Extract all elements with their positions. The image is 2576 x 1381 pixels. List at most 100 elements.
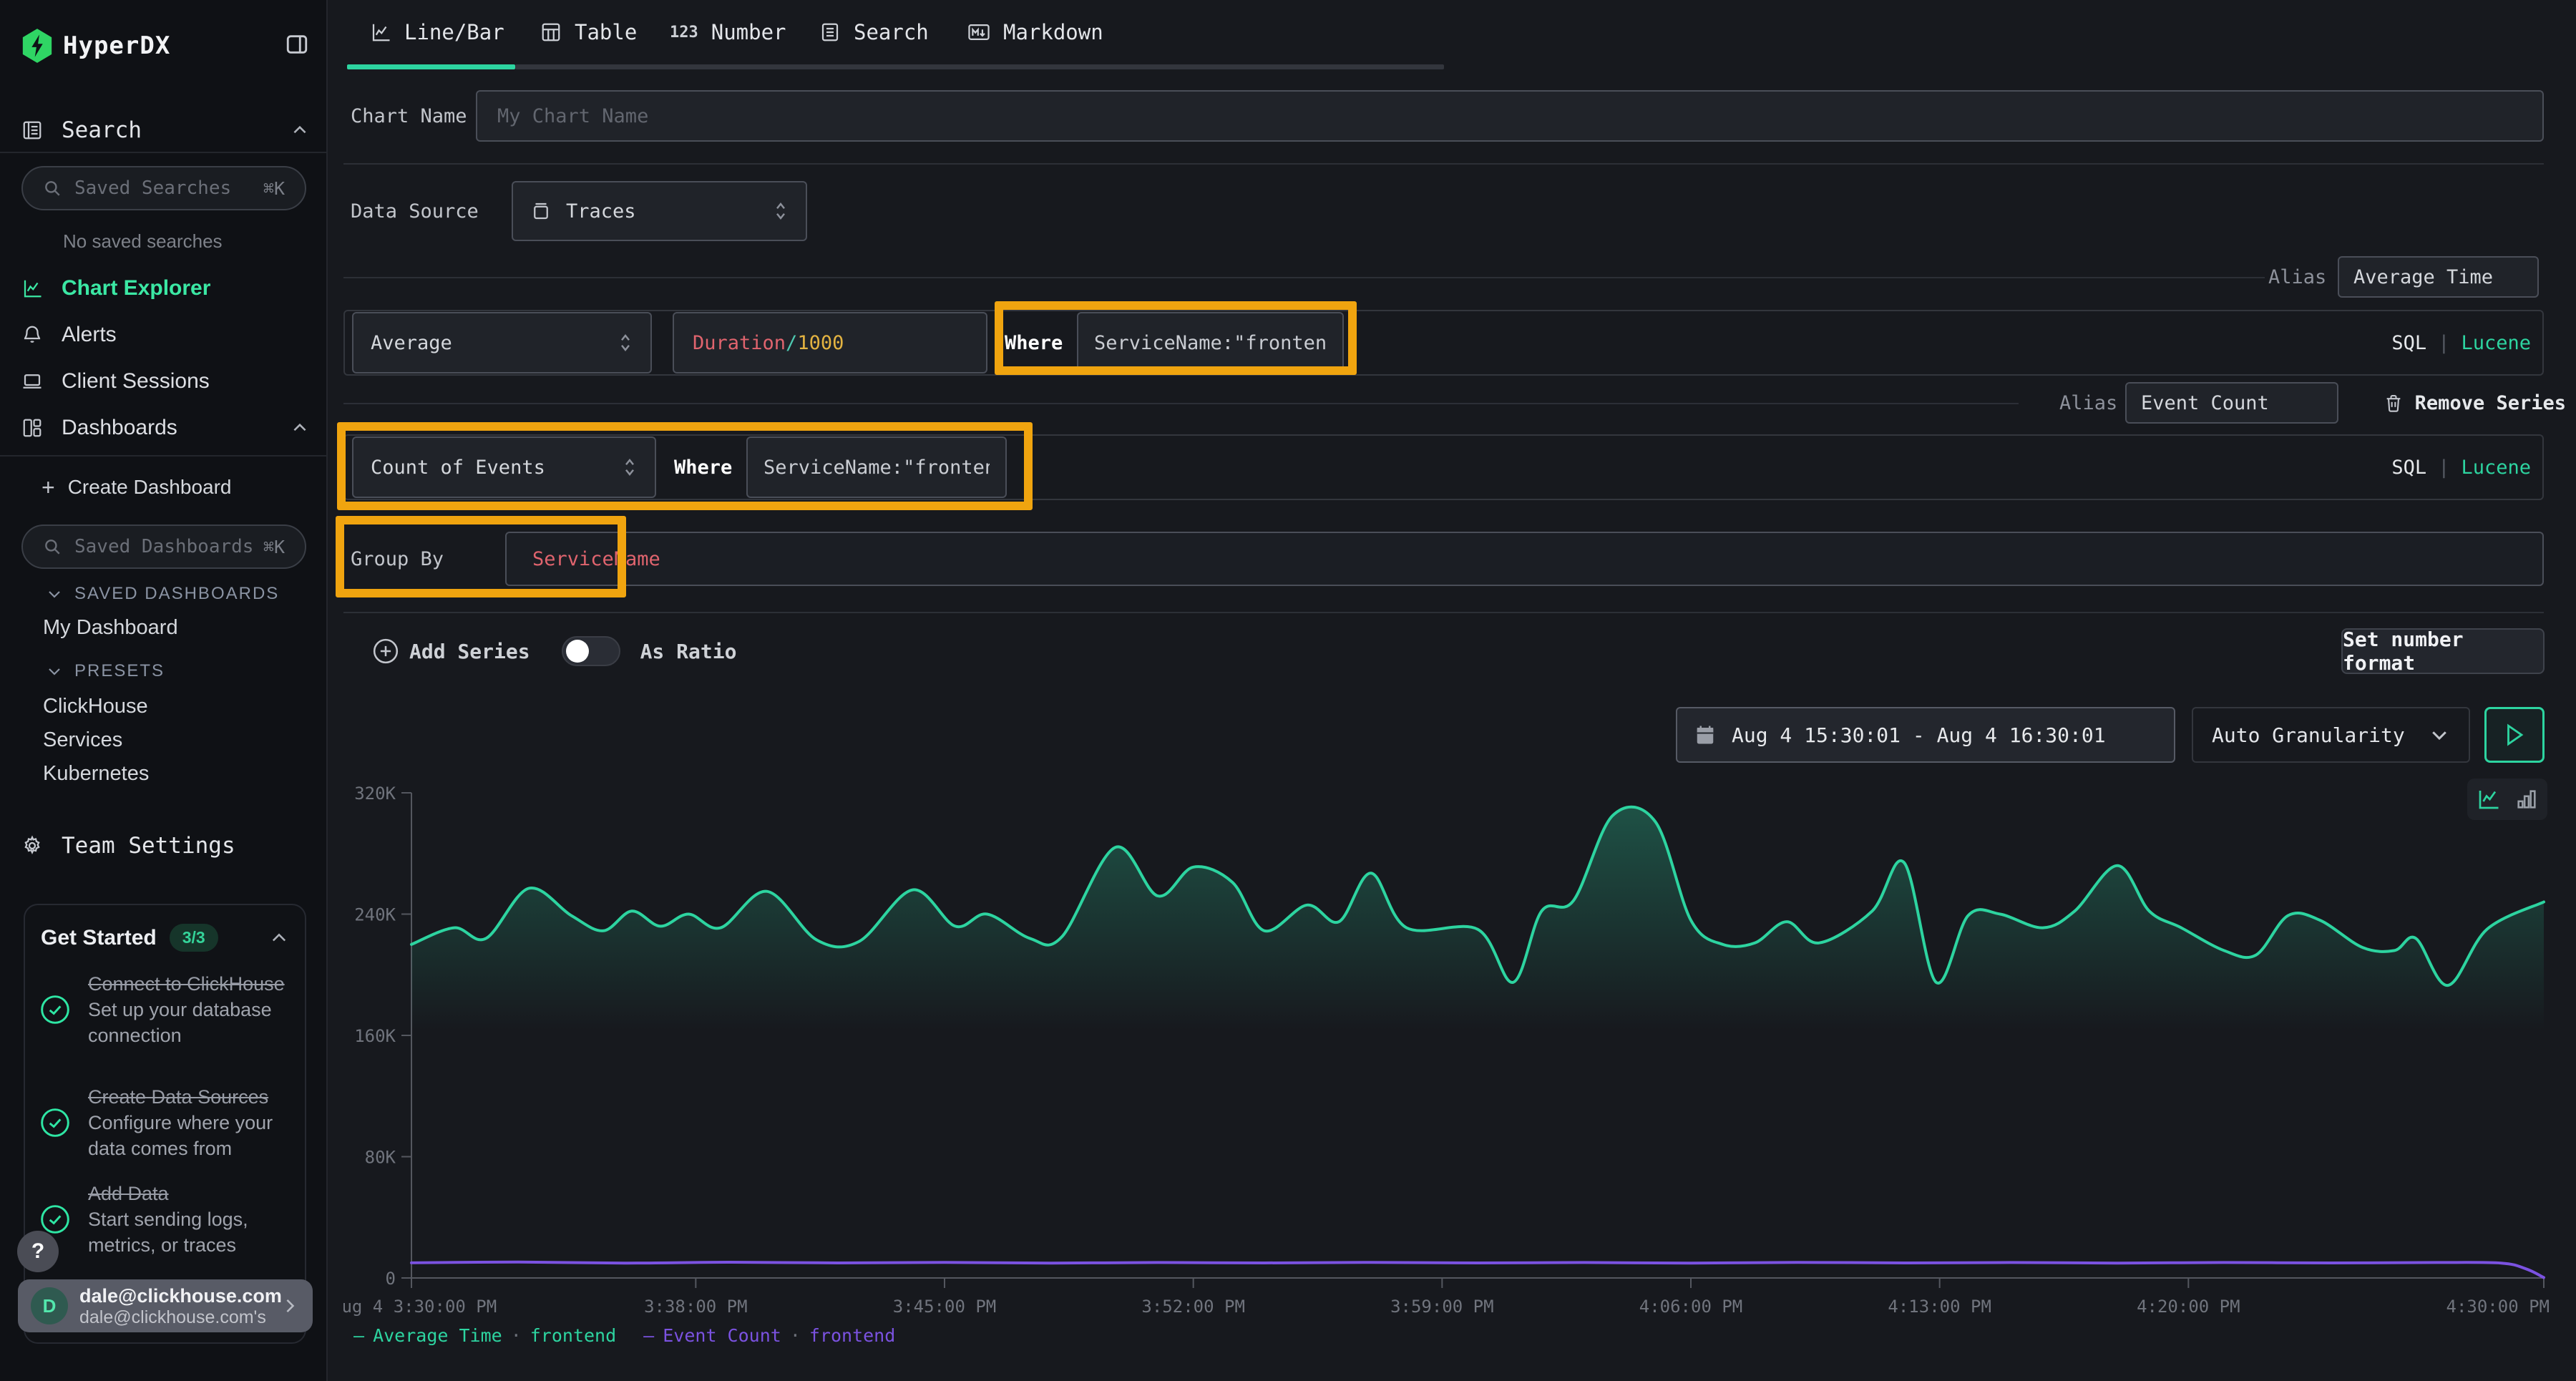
search-tab-icon: [819, 21, 841, 43]
granularity-select[interactable]: Auto Granularity: [2192, 707, 2470, 763]
data-source-value: Traces: [566, 200, 636, 223]
line-bar-tab-icon: [370, 21, 391, 43]
sql-option[interactable]: SQL: [2391, 332, 2426, 354]
panel-collapse-icon: [285, 32, 309, 57]
gear-icon: [21, 835, 43, 857]
sidebar-item-services[interactable]: Services: [43, 728, 122, 752]
sidebar-item-label: Client Sessions: [62, 369, 210, 394]
field-token: /: [786, 332, 797, 354]
svg-text:4:13:00 PM: 4:13:00 PM: [1888, 1297, 1991, 1317]
get-started-item-data-sources[interactable]: Create Data Sources Configure where your…: [39, 1084, 295, 1161]
series-alias-input[interactable]: [2338, 256, 2539, 298]
run-query-button[interactable]: [2484, 707, 2545, 763]
svg-text:320K: 320K: [354, 784, 396, 804]
chart-name-input[interactable]: [476, 90, 2544, 142]
sidebar-collapse-button[interactable]: [285, 32, 309, 59]
sidebar-section-search[interactable]: Search: [21, 114, 309, 146]
group-by-input[interactable]: ServiceName: [505, 532, 2544, 586]
lucene-option[interactable]: Lucene: [2461, 332, 2531, 354]
aggregation-select[interactable]: Average: [352, 312, 652, 374]
markdown-tab-icon: [967, 21, 990, 43]
legend-series-name: Average Time: [373, 1325, 502, 1346]
user-menu[interactable]: D dale@clickhouse.com dale@clickhouse.co…: [18, 1279, 313, 1332]
create-dashboard-label: Create Dashboard: [68, 476, 232, 499]
granularity-value: Auto Granularity: [2212, 723, 2405, 747]
search-section-icon: [21, 119, 43, 141]
sql-option[interactable]: SQL: [2391, 457, 2426, 479]
chevron-right-icon: [280, 1296, 300, 1316]
series-controls: Add Series As Ratio: [372, 628, 736, 674]
sidebar-item-clickhouse[interactable]: ClickHouse: [43, 695, 148, 718]
time-range-picker[interactable]: Aug 4 15:30:01 - Aug 4 16:30:01: [1676, 707, 2175, 763]
sidebar-item-my-dashboard[interactable]: My Dashboard: [43, 616, 178, 640]
series-row-2: Count of Events Where SQL | Lucene: [343, 434, 2544, 500]
chart-type-tabbar: Line/Bar Table 123 Number Search Markdow…: [328, 0, 2576, 72]
legend-item[interactable]: —Average Time·frontend: [353, 1325, 616, 1346]
svg-text:Aug 4 3:30:00 PM: Aug 4 3:30:00 PM: [343, 1297, 497, 1317]
tab-search[interactable]: Search: [819, 0, 929, 64]
sidebar-item-team-settings[interactable]: Team Settings: [21, 830, 309, 862]
data-source-select[interactable]: Traces: [512, 181, 807, 241]
legend-separator: ·: [790, 1325, 801, 1346]
group-by-value: ServiceName: [532, 548, 660, 570]
sidebar-item-client-sessions[interactable]: Client Sessions: [21, 364, 309, 399]
search-icon: [43, 179, 62, 197]
get-started-item-connect[interactable]: Connect to ClickHouse Set up your databa…: [39, 971, 295, 1048]
as-ratio-label: As Ratio: [640, 640, 737, 663]
get-started-header[interactable]: Get Started 3/3: [41, 924, 289, 952]
user-email: dale@clickhouse.com: [79, 1284, 280, 1307]
create-dashboard-button[interactable]: + Create Dashboard: [42, 471, 232, 504]
app-logo: HyperDX: [21, 26, 309, 66]
calendar-icon: [1694, 724, 1716, 746]
alias-label: Alias: [2059, 382, 2117, 424]
chart-legend[interactable]: —Average Time·frontend —Event Count·front…: [353, 1325, 912, 1346]
plus-icon: +: [42, 474, 55, 501]
chevron-down-icon: [46, 663, 63, 680]
tab-line-bar[interactable]: Line/Bar: [370, 0, 504, 64]
remove-series-button[interactable]: Remove Series: [2384, 382, 2566, 424]
section-title: SAVED DASHBOARDS: [74, 584, 279, 604]
series-alias-input[interactable]: [2125, 382, 2338, 424]
as-ratio-toggle[interactable]: [562, 636, 620, 666]
lucene-option[interactable]: Lucene: [2461, 457, 2531, 479]
tab-table[interactable]: Table: [540, 0, 637, 64]
help-button[interactable]: ?: [17, 1231, 59, 1272]
chart-name-label: Chart Name: [351, 90, 467, 142]
bar-style-icon[interactable]: [2514, 787, 2539, 811]
sidebar-item-alerts[interactable]: Alerts: [21, 318, 309, 352]
check-circle-icon: [39, 994, 71, 1025]
where-query-input[interactable]: [1077, 312, 1344, 374]
legend-item[interactable]: —Event Count·frontend: [643, 1325, 895, 1346]
divider: [343, 612, 2544, 613]
tab-markdown[interactable]: Markdown: [967, 0, 1103, 64]
search-icon: [43, 537, 62, 556]
saved-searches-input[interactable]: Saved Searches ⌘K: [21, 166, 306, 210]
timeseries-chart[interactable]: 080K160K240K320KAug 4 3:30:00 PM3:38:00 …: [343, 773, 2562, 1317]
circle-plus-icon[interactable]: [372, 638, 399, 665]
tab-underline-track: [515, 64, 1444, 69]
get-started-item-title: Create Data Sources: [88, 1084, 295, 1110]
avatar: D: [31, 1287, 68, 1324]
where-query-input[interactable]: [746, 436, 1007, 498]
sidebar-item-chart-explorer[interactable]: Chart Explorer: [21, 271, 309, 306]
play-icon: [2504, 723, 2525, 747]
query-language-toggle[interactable]: SQL | Lucene: [2391, 436, 2531, 499]
set-number-format-button[interactable]: Set number format: [2341, 628, 2545, 674]
main-content: Line/Bar Table 123 Number Search Markdow…: [328, 0, 2576, 1381]
field-expression-input[interactable]: Duration/1000: [673, 312, 987, 374]
tab-number[interactable]: 123 Number: [670, 0, 786, 64]
saved-dashboards-shortcut: ⌘K: [263, 537, 285, 557]
line-style-icon[interactable]: [2476, 786, 2502, 812]
add-series-button[interactable]: Add Series: [409, 640, 530, 663]
saved-dashboards-section-header[interactable]: SAVED DASHBOARDS: [46, 584, 279, 604]
aggregation-select[interactable]: Count of Events: [352, 436, 656, 498]
get-started-item-add-data[interactable]: Add Data Start sending logs, metrics, or…: [39, 1181, 295, 1258]
saved-dashboards-input[interactable]: Saved Dashboards ⌘K: [21, 524, 306, 569]
svg-text:0: 0: [386, 1269, 396, 1289]
query-language-toggle[interactable]: SQL | Lucene: [2391, 311, 2531, 374]
sidebar-item-dashboards[interactable]: Dashboards: [21, 411, 309, 445]
sidebar-item-kubernetes[interactable]: Kubernetes: [43, 762, 149, 786]
tab-label: Markdown: [1003, 20, 1103, 44]
presets-section-header[interactable]: PRESETS: [46, 661, 165, 681]
divider: [343, 403, 2019, 404]
